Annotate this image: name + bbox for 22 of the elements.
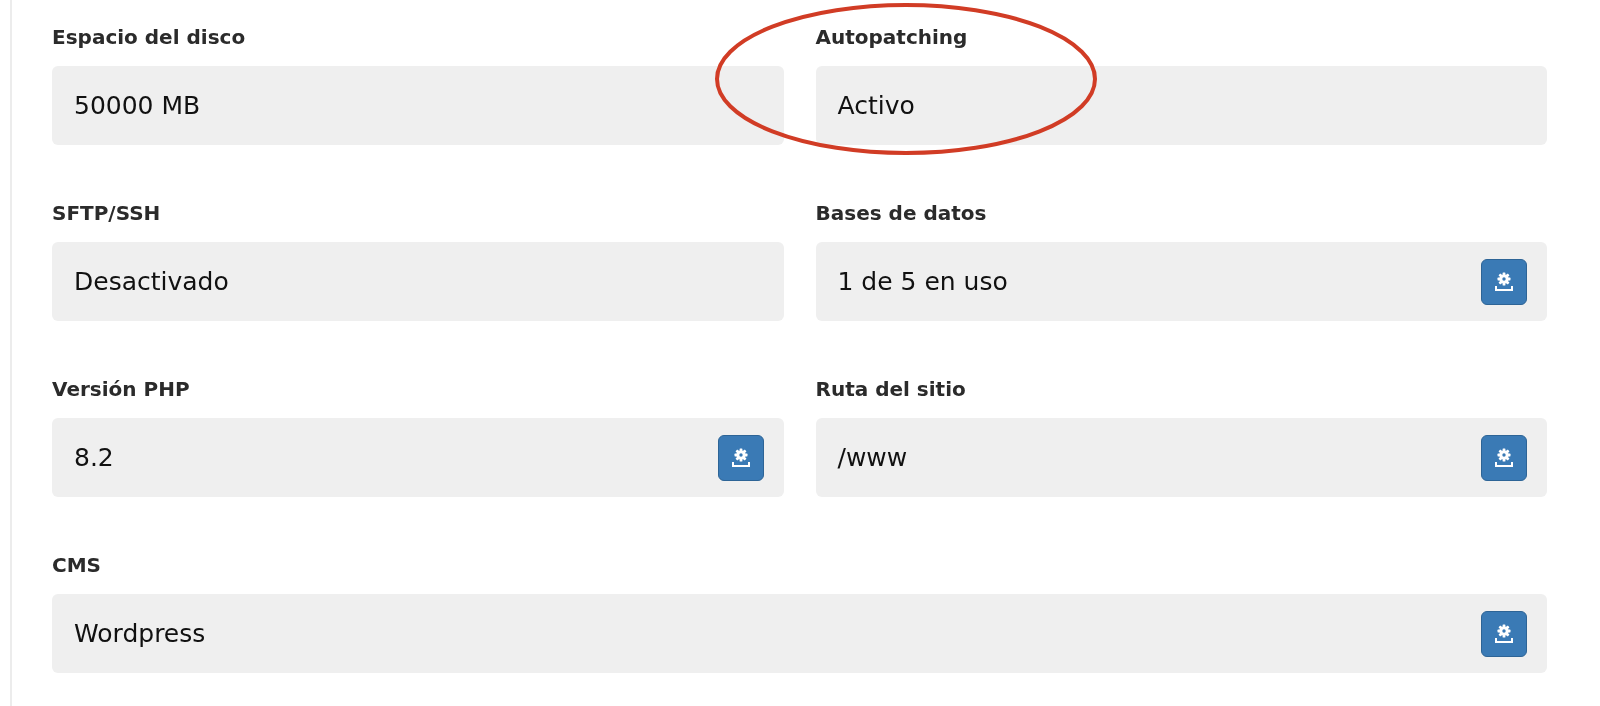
settings-icon: [1493, 622, 1515, 645]
field-label: Versión PHP: [52, 376, 190, 403]
field-value: 50000 MB: [74, 89, 201, 122]
field-value: Wordpress: [74, 617, 206, 650]
settings-icon: [1493, 446, 1515, 469]
field-value: Activo: [837, 89, 915, 122]
field-label: SFTP/SSH: [52, 200, 161, 227]
settings-button[interactable]: [1481, 258, 1527, 305]
field-value: 8.2: [74, 441, 114, 474]
settings-button[interactable]: [1481, 434, 1527, 481]
field-label: Autopatching: [815, 24, 968, 51]
field-value: Desactivado: [74, 265, 229, 298]
settings-button[interactable]: [717, 434, 764, 481]
settings-icon: [729, 446, 752, 469]
settings-button[interactable]: [1481, 610, 1527, 657]
field-value: 1 de 5 en uso: [837, 265, 1008, 298]
field-label: Ruta del sitio: [815, 376, 966, 403]
field-value: /www: [837, 441, 908, 474]
field-label: Bases de datos: [815, 200, 987, 227]
settings-icon: [1493, 270, 1515, 293]
field-label: Espacio del disco: [52, 24, 246, 51]
field-label: CMS: [52, 552, 101, 579]
